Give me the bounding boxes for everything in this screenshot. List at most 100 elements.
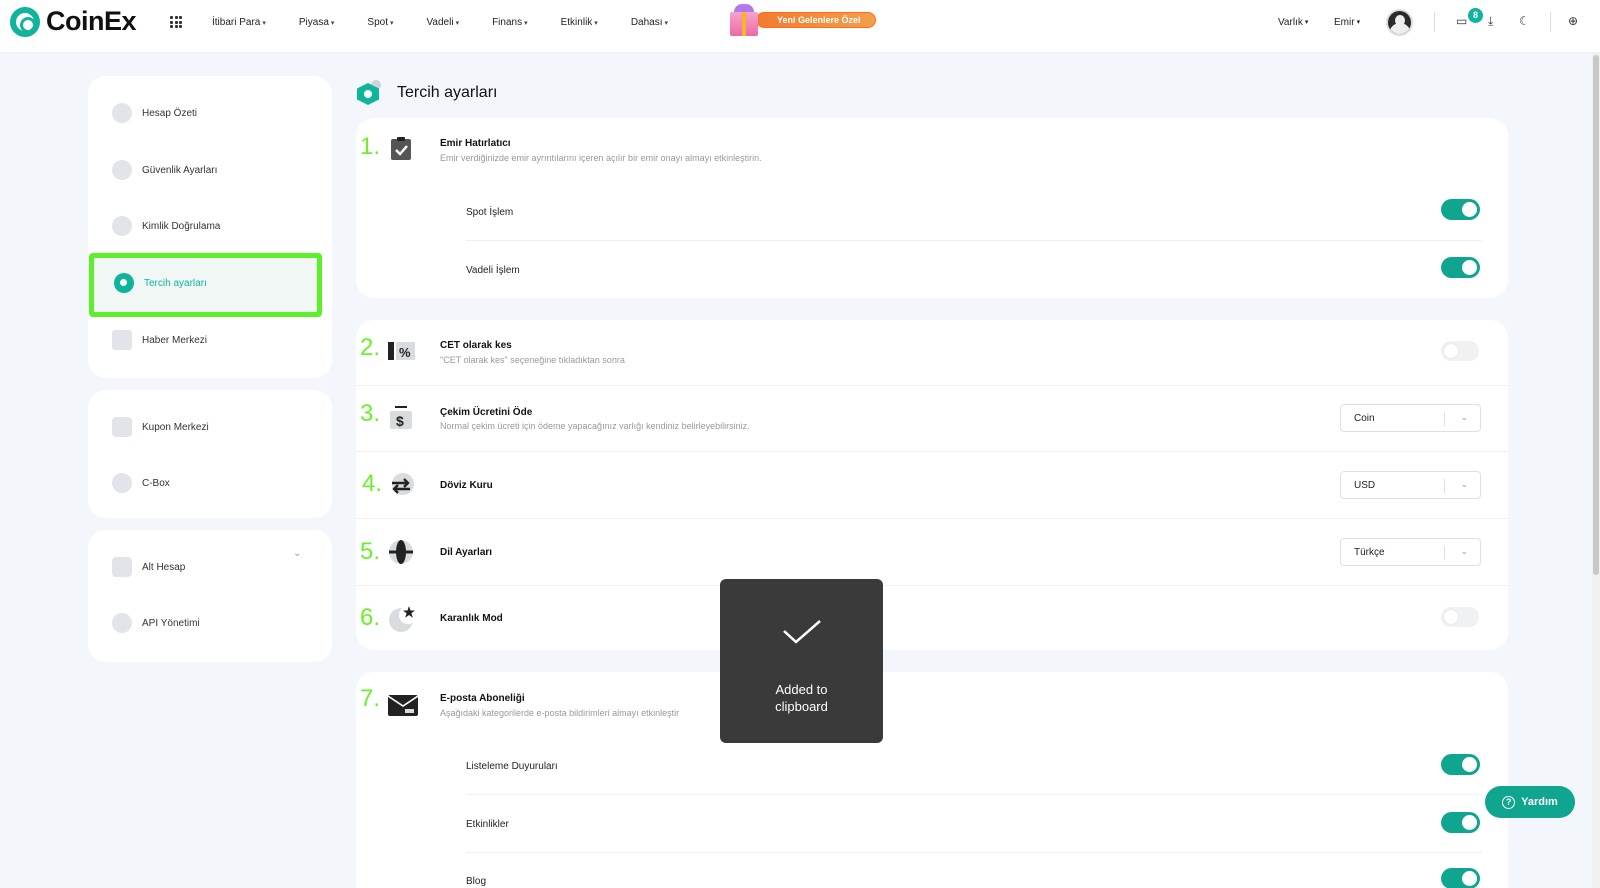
scrollbar-thumb[interactable] (1593, 55, 1599, 575)
sidebar-group-rewards: Kupon Merkezi C-Box (88, 390, 332, 518)
chevron-down-icon: ▾ (1356, 19, 1361, 26)
nav-assets[interactable]: Varlık ▾ (1278, 0, 1308, 44)
sidebar-item-news[interactable]: Haber Merkezi (112, 330, 207, 350)
spot-order-reminder-toggle[interactable] (1441, 199, 1480, 220)
top-navbar: CoinEx İtibari Para ▾ Piyasa ▾ Spot ▾ Vadel… (0, 0, 1600, 53)
annotation-number: 3. (360, 400, 381, 427)
chevron-down-icon: ▾ (1304, 19, 1309, 26)
page-header: Tercih ayarları (357, 80, 497, 106)
promo-label: Yeni Gelenlere Özel (756, 12, 876, 28)
envelope-icon (387, 692, 419, 718)
nav-orders[interactable]: Emir ▾ (1334, 0, 1360, 44)
preferences-icon (357, 80, 383, 106)
sidebar-group-account: Hesap Özeti Güvenlik Ayarları Kimlik Doğ… (88, 76, 332, 378)
chevron-down-icon: ⌄ (1460, 412, 1468, 422)
id-card-icon (112, 216, 132, 236)
nav-more[interactable]: Dahası ▾ (631, 17, 668, 28)
sidebar-item-account-overview[interactable]: Hesap Özeti (112, 103, 197, 123)
setting-title: CET olarak kes (440, 340, 512, 351)
divider (1550, 12, 1551, 32)
settings-card-email (356, 672, 1508, 888)
futures-order-reminder-toggle[interactable] (1441, 257, 1480, 278)
chevron-down-icon: ▾ (389, 19, 394, 27)
chevron-down-icon: ▾ (330, 19, 335, 27)
divider (1434, 12, 1435, 32)
clipboard-check-icon (388, 136, 414, 162)
chevron-down-icon: ▾ (664, 19, 669, 27)
preferences-icon (114, 273, 134, 293)
box-icon (112, 473, 132, 493)
coinex-logo[interactable]: CoinEx (10, 6, 137, 37)
api-icon (112, 613, 132, 633)
sidebar-item-cbox[interactable]: C-Box (112, 473, 170, 493)
annotation-number: 1. (360, 133, 381, 160)
user-avatar[interactable] (1386, 9, 1413, 36)
sidebar-item-coupons[interactable]: Kupon Merkezi (112, 417, 209, 437)
pie-chart-icon (112, 103, 132, 123)
withdrawal-fee-select[interactable]: Coin ⌄ (1340, 404, 1481, 432)
newcomer-promo[interactable]: Yeni Gelenlere Özel (728, 4, 876, 36)
nav-finance[interactable]: Finans ▾ (492, 17, 528, 28)
annotation-number: 6. (360, 604, 381, 631)
message-icon[interactable]: ▭ (1456, 14, 1467, 28)
subaccount-icon (112, 557, 132, 577)
globe-icon[interactable]: ⊕ (1568, 14, 1578, 28)
chevron-down-icon: ⌄ (1460, 546, 1468, 556)
setting-description: "CET olarak kes" seçeneğine tıkladıktan … (440, 355, 625, 365)
sidebar-item-api[interactable]: API Yönetimi (112, 613, 200, 633)
sidebar-item-preferences[interactable]: Tercih ayarları (114, 273, 207, 293)
download-icon[interactable]: ⤓ (1488, 14, 1493, 29)
divider (466, 240, 1482, 241)
cet-deduction-toggle[interactable] (1441, 341, 1479, 361)
sidebar-item-security[interactable]: Güvenlik Ayarları (112, 160, 217, 180)
chevron-down-icon[interactable]: ⌄ (293, 548, 301, 559)
checkmark-icon (783, 620, 821, 644)
setting-sublabel: Spot İşlem (466, 207, 514, 218)
chevron-down-icon: ⌄ (1460, 479, 1468, 489)
brand-name: CoinEx (46, 6, 137, 36)
sidebar-item-identity[interactable]: Kimlik Doğrulama (112, 216, 220, 236)
percent-fee-icon: % (388, 339, 415, 365)
question-icon: ? (1502, 795, 1516, 809)
nav-futures[interactable]: Vadeli ▾ (427, 17, 460, 28)
language-select[interactable]: Türkçe ⌄ (1340, 538, 1481, 566)
setting-sublabel: Vadeli İşlem (466, 265, 520, 276)
svg-text:$: $ (396, 413, 404, 429)
sidebar-group-subaccounts: Alt Hesap ⌄ API Yönetimi (88, 530, 332, 662)
help-button[interactable]: ? Yardım (1485, 786, 1575, 818)
exchange-arrows-icon (388, 472, 414, 498)
settings-card-order-reminder (356, 118, 1508, 298)
divider (356, 585, 1508, 586)
moon-star-icon (388, 605, 417, 632)
events-toggle[interactable] (1441, 812, 1480, 833)
nav-events[interactable]: Etkinlik ▾ (561, 17, 598, 28)
divider (466, 794, 1482, 795)
notification-badge: 8 (1468, 8, 1483, 23)
divider (356, 518, 1508, 519)
clipboard-toast: Added to clipboard (720, 579, 883, 743)
setting-description: Normal çekim ücreti için ödeme yapacağın… (440, 421, 750, 431)
page-scrollbar[interactable] (1592, 53, 1600, 888)
setting-description: Emir verdiğinizde emir ayrıntılarını içe… (440, 153, 762, 163)
setting-title: Döviz Kuru (440, 480, 493, 491)
annotation-number: 4. (362, 470, 383, 497)
apps-grid-icon[interactable] (170, 16, 182, 28)
nav-spot[interactable]: Spot ▾ (367, 17, 393, 28)
moon-icon[interactable]: ☾ (1519, 14, 1530, 28)
setting-sublabel: Etkinlikler (466, 819, 509, 830)
toast-message: Added to clipboard (775, 682, 828, 714)
currency-select[interactable]: USD ⌄ (1340, 471, 1481, 499)
nav-market[interactable]: Piyasa ▾ (299, 17, 335, 28)
setting-sublabel: Blog (466, 876, 487, 887)
annotation-number: 5. (360, 538, 381, 565)
divider (356, 451, 1508, 452)
listing-announcements-toggle[interactable] (1441, 754, 1480, 775)
blog-toggle[interactable] (1441, 868, 1480, 888)
setting-title: E-posta Aboneliği (440, 693, 525, 704)
sidebar-item-subaccount[interactable]: Alt Hesap (112, 557, 185, 577)
chevron-down-icon: ▾ (594, 19, 598, 27)
nav-fiat[interactable]: İtibari Para ▾ (212, 17, 266, 28)
news-icon (112, 330, 132, 350)
shield-icon (112, 160, 132, 180)
dark-mode-toggle[interactable] (1441, 607, 1479, 627)
